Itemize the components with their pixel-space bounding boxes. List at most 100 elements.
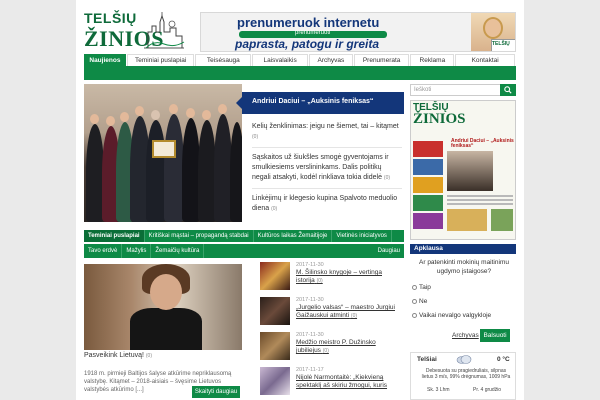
category-tab[interactable]: Teminiai puslapiai	[84, 230, 145, 242]
list-item[interactable]: 2017-11-30 Medžio meistro P. Dužinsko ju…	[260, 332, 404, 366]
list-item[interactable]: 2017-11-30 „Jurgelio valsas“ – maestro J…	[260, 297, 404, 331]
nav-item-laisvalaikis[interactable]: Laisvalaikis	[252, 54, 308, 66]
comment-count: (0)	[322, 348, 329, 354]
hero-photo[interactable]	[84, 84, 242, 222]
poll-question: Ar patenkinti mokinių maitinimu ugdymo į…	[419, 259, 509, 275]
subscription-banner[interactable]: prenumeruok internetu prenumeruoti papra…	[200, 12, 516, 52]
news-date: 2017-11-17	[296, 367, 324, 373]
weather-day-label: Pr. 4	[473, 387, 484, 393]
search-button[interactable]	[500, 84, 516, 96]
comment-count: (0)	[350, 313, 358, 319]
person-face	[483, 17, 503, 39]
logo-line1: TELŠIŲ	[84, 10, 137, 26]
news-title[interactable]: Medžio meistro P. Dužinsko jubiliejus	[296, 339, 376, 354]
category-tabs: Teminiai puslapiai Kritiškai mąstai – pr…	[84, 230, 404, 242]
poll-option-label: Ne	[419, 298, 428, 305]
banner-photo: TELŠIŲ	[471, 13, 515, 51]
news-date: 2017-11-30	[296, 297, 324, 303]
poll-option[interactable]: Vaikai nevalgo valgykloje	[412, 312, 491, 319]
award-certificate	[152, 140, 176, 158]
culture-news-list: 2017-11-30 M. Šilinsko knygoje – verting…	[260, 262, 404, 400]
news-title[interactable]: Nijolė Narmontaitė: „Kiekvieną spektaklį…	[296, 374, 387, 389]
nav-item-archyvas[interactable]: Archyvas	[308, 54, 353, 66]
list-item[interactable]: 2017-11-17 Nijolė Narmontaitė: „Kiekvien…	[260, 367, 404, 400]
nav-item-teisesauga[interactable]: Teisėsauga	[195, 54, 252, 66]
banner-headline: prenumeruok internetu	[237, 15, 380, 30]
feature-photo[interactable]	[84, 264, 242, 350]
news-title[interactable]: M. Šilinsko knygoje – vertinga istorija	[296, 269, 382, 284]
news-thumbnail[interactable]	[260, 367, 290, 395]
poll-option[interactable]: Taip	[412, 284, 431, 291]
radio-button[interactable]	[412, 312, 417, 318]
cover-title-line2: ŽINIOS	[413, 111, 466, 127]
category-tab[interactable]: Kritiškai mąstai – propagandą stabdai	[145, 230, 254, 242]
category-tab[interactable]: Žemaičių kultūra	[151, 244, 205, 258]
weather-description: Debesuota su pragiedruliais, silpnas lie…	[421, 368, 511, 380]
news-thumbnail[interactable]	[260, 297, 290, 325]
list-item[interactable]: 2017-11-30 M. Šilinsko knygoje – verting…	[260, 262, 404, 296]
comment-count: (0)	[316, 278, 323, 284]
news-item[interactable]: Sąskaitos už šiukšles smogė gyventojams …	[252, 153, 402, 189]
weather-day-temp: grudžio	[484, 387, 502, 393]
news-item[interactable]: Kelių ženklinimas: jeigu ne šiemet, tai …	[252, 122, 402, 148]
weather-day-temp: Lhm	[439, 387, 450, 393]
comment-count: (0)	[252, 134, 259, 140]
site-logo[interactable]: TELŠIŲ ŽINIOS	[84, 10, 185, 51]
news-thumbnail[interactable]	[260, 262, 290, 290]
poll-option-label: Vaikai nevalgo valgykloje	[419, 312, 492, 319]
banner-paper-label: TELŠIŲ	[492, 41, 510, 47]
newspaper-cover[interactable]: TELŠIŲ ŽINIOS Andriui Daciui – „Auksinis…	[410, 100, 516, 240]
category-tab[interactable]: Tavo erdvė	[84, 244, 123, 258]
category-tab[interactable]: Vietinės iniciatyvos	[332, 230, 392, 242]
news-date: 2017-11-30	[296, 262, 324, 268]
cloud-rain-icon	[456, 355, 472, 364]
news-title-wrap[interactable]: Nijolė Narmontaitė: „Kiekvieną spektaklį…	[296, 374, 396, 390]
nav-item-reklama[interactable]: Reklama	[410, 54, 455, 66]
news-title[interactable]: Kelių ženklinimas: jeigu ne šiemet, tai …	[252, 123, 399, 130]
read-more-button[interactable]: Skaityti daugiau	[192, 386, 240, 398]
category-tab[interactable]: Mažylis	[122, 244, 152, 258]
nav-item-teminiai[interactable]: Teminiai puslapiai	[126, 54, 195, 66]
banner-bar-label: prenumeruoti	[295, 30, 331, 36]
nav-item-prenumerata[interactable]: Prenumerata	[353, 54, 410, 66]
cover-photo	[447, 151, 493, 191]
weather-temp: 0 °C	[497, 356, 510, 363]
page: TELŠIŲ ŽINIOS prenumeruok internetu pren…	[76, 0, 524, 400]
category-tabs-row2: Tavo erdvė Mažylis Žemaičių kultūra Daug…	[84, 244, 404, 258]
news-thumbnail[interactable]	[260, 332, 290, 360]
news-title-wrap[interactable]: Medžio meistro P. Dužinsko jubiliejus (0…	[296, 339, 396, 355]
radio-button[interactable]	[412, 284, 417, 290]
banner-subheadline: paprasta, patogu ir greita	[235, 37, 380, 51]
news-title[interactable]: „Jurgelio valsas“ – maestro Jurgiui Gaiž…	[296, 304, 395, 319]
news-list: Kelių ženklinimas: jeigu ne šiemet, tai …	[252, 122, 402, 224]
news-title-wrap[interactable]: M. Šilinsko knygoje – vertinga istorija …	[296, 269, 396, 285]
nav-item-naujienos[interactable]: Naujienos	[84, 54, 126, 66]
poll-archive-link[interactable]: Archyvas	[452, 332, 479, 339]
nav-item-kontaktai[interactable]: Kontaktai	[455, 54, 515, 66]
weather-widget: Telšiai 0 °C Debesuota su pragiedruliais…	[410, 352, 516, 400]
subnav-bar	[84, 66, 516, 80]
poll-option[interactable]: Ne	[412, 298, 427, 305]
news-title[interactable]: Sąskaitos už šiukšles smogė gyventojams …	[252, 154, 389, 181]
news-date: 2017-11-30	[296, 332, 324, 338]
radio-button[interactable]	[412, 298, 417, 304]
category-tab[interactable]: Kultūros laikas Žemaitijoje	[254, 230, 333, 242]
search-input[interactable]: Ieškoti	[410, 84, 502, 96]
feature-title[interactable]: Pasveikink Lietuvą!	[84, 352, 144, 359]
poll-option-label: Taip	[419, 284, 431, 291]
feature-title-wrap[interactable]: Pasveikink Lietuvą! (0)	[84, 352, 152, 359]
news-item[interactable]: Linkėjimų ir klegesio kupina Spalvoto me…	[252, 194, 402, 219]
categories-more-link[interactable]: Daugiau	[378, 244, 400, 258]
weather-day: Pr. 4 grudžio	[473, 387, 501, 393]
weather-day: Sk. 3 Lhm	[427, 387, 450, 393]
hero-headline[interactable]: Andriui Daciui – „Auksinis feniksas“	[236, 92, 404, 114]
comment-count: (0)	[271, 206, 278, 212]
weather-day-label: Sk. 3	[427, 387, 439, 393]
comment-count: (0)	[383, 175, 391, 181]
weather-city: Telšiai	[417, 356, 437, 363]
banner-newspaper: TELŠIŲ	[491, 39, 515, 51]
news-title-wrap[interactable]: „Jurgelio valsas“ – maestro Jurgiui Gaiž…	[296, 304, 396, 320]
poll-header: Apklausa	[410, 244, 516, 254]
vote-button[interactable]: Balsuoti	[480, 329, 510, 342]
search-icon	[504, 86, 512, 94]
